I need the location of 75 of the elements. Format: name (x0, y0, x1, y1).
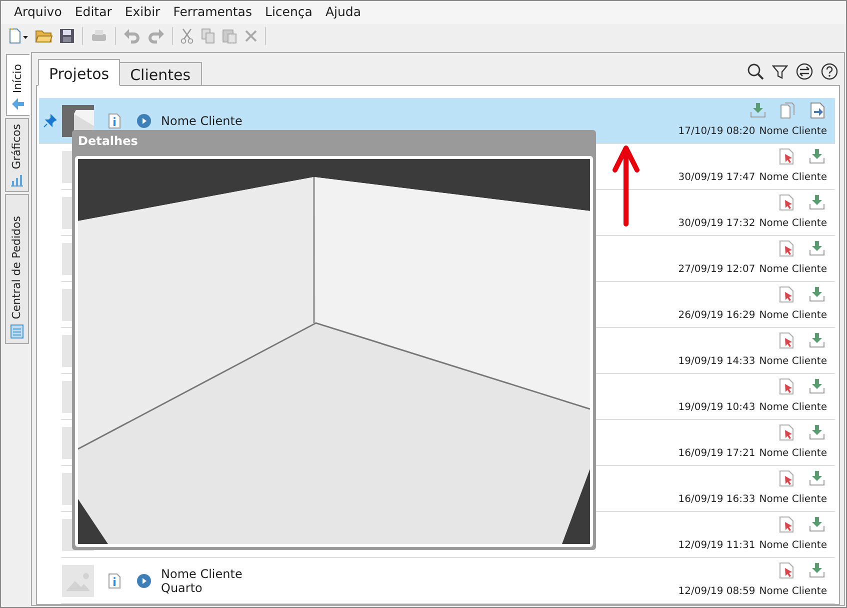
date-time: 19/09/19 10:43 (678, 401, 756, 415)
pin-icon[interactable] (43, 114, 57, 128)
owner-name: Nome Cliente (759, 447, 827, 461)
download-icon[interactable] (809, 286, 825, 303)
download-icon[interactable] (809, 194, 825, 211)
download-icon[interactable] (809, 562, 825, 579)
owner-name: Nome Cliente (759, 401, 827, 415)
clipboard-icon (10, 323, 24, 339)
download-icon[interactable] (809, 332, 825, 349)
cursor-document-icon[interactable] (779, 516, 795, 533)
client-name: Nome Cliente (161, 114, 242, 128)
side-tab[interactable]: Gráficos (5, 118, 29, 192)
owner-name: Nome Cliente (759, 539, 827, 553)
owner-name: Nome Cliente (759, 355, 827, 369)
info-document-icon[interactable] (108, 112, 121, 128)
copy-icon[interactable] (780, 102, 796, 119)
owner-name: Nome Cliente (759, 217, 827, 231)
download-icon[interactable] (809, 240, 825, 257)
save-icon[interactable] (57, 28, 77, 44)
cursor-document-icon[interactable] (779, 378, 795, 395)
download-icon[interactable] (809, 470, 825, 487)
owner-name: Nome Cliente (759, 493, 827, 507)
swap-icon[interactable] (796, 63, 813, 80)
menu-item[interactable]: Arquivo (9, 1, 67, 24)
owner-name: Nome Cliente (759, 171, 827, 185)
download-icon[interactable] (750, 102, 766, 119)
owner-name: Nome Cliente (759, 125, 827, 139)
date-time: 30/09/19 17:47 (678, 171, 756, 185)
date-time: 16/09/19 16:33 (678, 493, 756, 507)
menu-item[interactable]: Editar (70, 1, 117, 24)
cursor-document-icon[interactable] (779, 194, 795, 211)
date-time: 19/09/19 14:33 (678, 355, 756, 369)
menu-item[interactable]: Licença (260, 1, 318, 24)
play-icon[interactable] (137, 114, 151, 128)
cursor-document-icon[interactable] (779, 562, 795, 579)
tab[interactable]: Projetos (38, 59, 120, 86)
room-name: Quarto (161, 580, 204, 594)
tab[interactable]: Clientes (119, 62, 202, 86)
date-time: 12/09/19 08:59 (678, 585, 756, 599)
menu-item[interactable]: Exibir (120, 1, 166, 24)
owner-name: Nome Cliente (759, 585, 827, 599)
date-time: 30/09/19 17:32 (678, 217, 756, 231)
date-time: 12/09/19 11:31 (678, 539, 756, 553)
bar-chart-icon (10, 173, 24, 187)
scissors-icon[interactable] (178, 28, 196, 44)
cursor-document-icon[interactable] (779, 286, 795, 303)
download-icon[interactable] (809, 516, 825, 533)
cursor-document-icon[interactable] (779, 148, 795, 165)
owner-name: Nome Cliente (759, 309, 827, 323)
date-time: 26/09/19 16:29 (678, 309, 756, 323)
filter-icon[interactable] (772, 64, 788, 80)
cursor-document-icon[interactable] (779, 240, 795, 257)
cursor-document-icon[interactable] (779, 332, 795, 349)
folder-icon[interactable] (33, 28, 55, 44)
play-icon[interactable] (137, 574, 151, 588)
date-time: 27/09/19 12:07 (678, 263, 756, 277)
cursor-document-icon[interactable] (779, 470, 795, 487)
menu-item[interactable]: Ferramentas (168, 1, 257, 24)
date-time: 16/09/19 17:21 (678, 447, 756, 461)
cursor-document-icon[interactable] (779, 424, 795, 441)
side-tab[interactable]: Início (6, 54, 30, 116)
download-icon[interactable] (809, 424, 825, 441)
info-document-icon[interactable] (108, 572, 121, 588)
client-name: Nome Cliente (161, 566, 242, 580)
search-icon[interactable] (747, 63, 764, 80)
download-icon[interactable] (809, 378, 825, 395)
side-tab[interactable]: Central de Pedidos (5, 194, 29, 344)
image-placeholder-icon (62, 564, 94, 596)
help-icon[interactable] (821, 63, 838, 80)
date-time: 17/10/19 08:20 (678, 125, 756, 139)
export-icon[interactable] (810, 102, 825, 119)
menu-item[interactable]: Ajuda (320, 1, 366, 24)
owner-name: Nome Cliente (759, 263, 827, 277)
home-arrow-icon (11, 97, 25, 111)
download-icon[interactable] (809, 148, 825, 165)
